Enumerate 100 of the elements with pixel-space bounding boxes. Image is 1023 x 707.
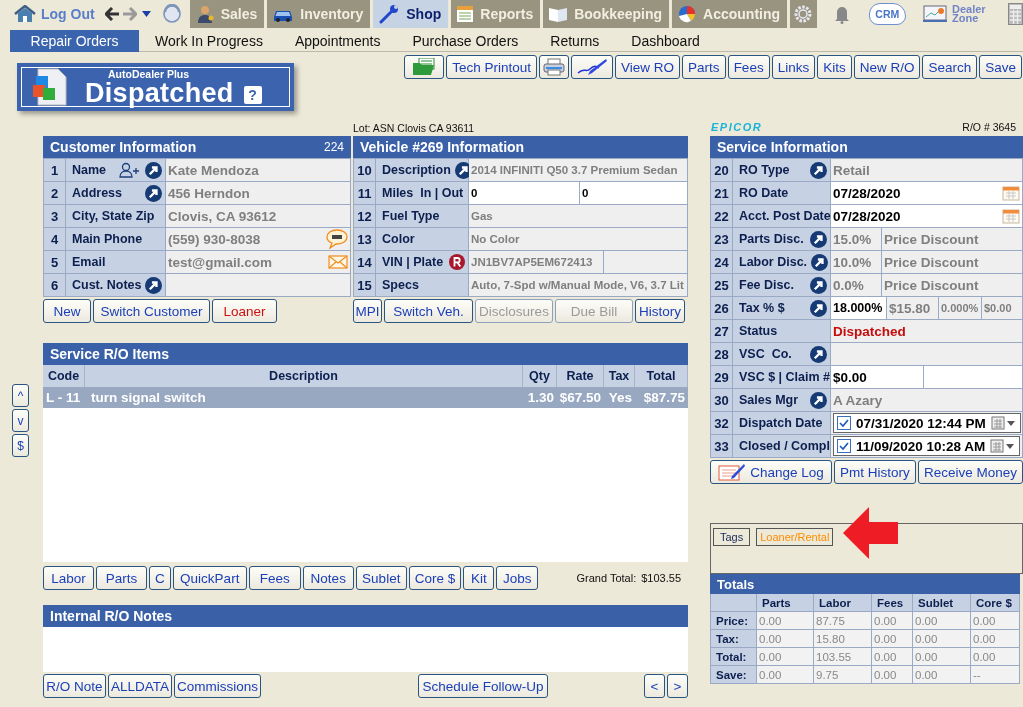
- caret-icon[interactable]: [141, 11, 151, 17]
- footer-button[interactable]: R/O Note: [43, 674, 106, 698]
- subnav-tab[interactable]: Appointments: [278, 30, 397, 52]
- field-label: Main Phone: [72, 232, 144, 246]
- pen-signing-icon: [576, 58, 609, 76]
- open-folder-button[interactable]: [404, 55, 445, 79]
- nav-tab[interactable]: Shop: [373, 0, 449, 28]
- field-label: Fuel Type: [382, 209, 441, 223]
- table-cell: 87.75: [814, 612, 872, 630]
- row-number: 20: [711, 159, 733, 181]
- action-button[interactable]: Receive Money: [917, 460, 1023, 484]
- action-button[interactable]: MPI: [353, 299, 382, 323]
- action-button[interactable]: Pmt History: [834, 460, 916, 484]
- subnav-tab[interactable]: Returns: [534, 30, 616, 52]
- action-button[interactable]: Switch Customer: [93, 299, 210, 323]
- registered-icon: [449, 254, 465, 270]
- checkbox[interactable]: [837, 439, 851, 453]
- toolbar-button[interactable]: View RO: [615, 55, 681, 79]
- calculator-icon[interactable]: [1008, 3, 1023, 25]
- table-cell: 0.00: [971, 648, 1020, 666]
- crm-button[interactable]: CRM: [868, 3, 906, 25]
- add-item-button[interactable]: Sublet: [355, 566, 407, 590]
- add-item-button[interactable]: Fees: [248, 566, 301, 590]
- toolbar-button[interactable]: Kits: [817, 55, 852, 79]
- table-cell: 0.00: [971, 630, 1020, 648]
- toolbar-button[interactable]: Search: [922, 55, 978, 79]
- add-person-icon[interactable]: [119, 162, 141, 178]
- datetime-value: 11/09/2020 10:28 AM: [856, 438, 986, 454]
- action-button[interactable]: Loaner: [212, 299, 277, 323]
- field-value: Retail: [831, 159, 1022, 181]
- footer-button[interactable]: ALLDATA: [108, 674, 172, 698]
- input-field[interactable]: 0: [580, 182, 687, 204]
- side-button[interactable]: ^: [12, 384, 29, 407]
- toolbar-button[interactable]: Tech Printout: [446, 55, 538, 79]
- print-button[interactable]: [539, 55, 570, 79]
- add-item-button[interactable]: Core $: [408, 566, 462, 590]
- subnav-tab[interactable]: Purchase Orders: [396, 30, 535, 52]
- subnav-tab[interactable]: Dashboard: [615, 30, 716, 52]
- back-arrow-icon[interactable]: [104, 7, 119, 21]
- toolbar-button[interactable]: Links: [771, 55, 816, 79]
- action-button[interactable]: History: [635, 299, 685, 323]
- calendar-dropdown-icon[interactable]: [990, 415, 1017, 431]
- field-label: Fee Disc.: [739, 278, 795, 292]
- add-item-button[interactable]: C: [149, 566, 171, 590]
- action-button[interactable]: New: [43, 299, 91, 323]
- signature-button[interactable]: [571, 55, 614, 79]
- action-button[interactable]: Switch Veh.: [384, 299, 473, 323]
- subnav-tab[interactable]: Work In Progress: [139, 30, 279, 52]
- add-item-button[interactable]: Kit: [463, 566, 495, 590]
- field-label: Labor Disc.: [739, 255, 808, 269]
- home-icon: [14, 5, 36, 23]
- toolbar-button[interactable]: Save: [979, 55, 1022, 79]
- table-cell: 0.00: [913, 612, 971, 630]
- input-field[interactable]: 07/28/2020: [831, 182, 1022, 204]
- add-item-button[interactable]: Parts: [96, 566, 147, 590]
- product-name: AutoDealer Plus: [108, 68, 190, 80]
- toolbar-button[interactable]: Parts: [682, 55, 726, 79]
- text-message-icon[interactable]: [326, 229, 348, 249]
- field-label: Cust. Notes: [72, 278, 142, 292]
- row-number: 23: [711, 228, 733, 250]
- row-number: 25: [711, 274, 733, 296]
- input-field[interactable]: 07/28/2020: [831, 205, 1022, 227]
- calendar-dropdown-icon[interactable]: [990, 438, 1017, 454]
- field-label: Dispatch Date: [739, 416, 824, 430]
- lot-location: Lot: ASN Clovis CA 93611: [353, 122, 475, 134]
- pager-button[interactable]: >: [667, 674, 688, 698]
- add-item-button[interactable]: Labor: [43, 566, 94, 590]
- schedule-follow-up-button[interactable]: Schedule Follow-Up: [418, 674, 548, 698]
- toolbar-button[interactable]: Fees: [727, 55, 770, 79]
- add-item-button[interactable]: Jobs: [496, 566, 539, 590]
- dashboard-screen-icon[interactable]: [923, 5, 947, 23]
- subnav-tab[interactable]: Repair Orders: [10, 30, 139, 52]
- table-cell: 0.00: [757, 648, 814, 666]
- status-title: Dispatched: [85, 77, 234, 109]
- pointer-arrow: [843, 507, 898, 559]
- field-value: Gas: [469, 205, 687, 227]
- field-label: Closed / Compl: [739, 439, 830, 453]
- table-cell-text: L - 11: [45, 389, 82, 407]
- checkbox[interactable]: [837, 416, 851, 430]
- add-item-button[interactable]: QuickPart: [172, 566, 247, 590]
- input-field[interactable]: 18.000%: [831, 297, 887, 319]
- field-value: 07/28/2020: [833, 185, 901, 201]
- pager-button[interactable]: <: [644, 674, 665, 698]
- change-log-button[interactable]: Change Log: [710, 460, 832, 484]
- input-field[interactable]: $0.00: [831, 366, 924, 388]
- side-button[interactable]: v: [12, 409, 29, 432]
- bell-icon[interactable]: [833, 4, 850, 24]
- field-label: RO Date: [739, 186, 790, 200]
- side-button[interactable]: $: [12, 434, 29, 457]
- add-item-button[interactable]: Notes: [302, 566, 354, 590]
- table-cell-text: Yes: [607, 389, 633, 407]
- datetime-field[interactable]: 07/31/2020 12:44 PM: [833, 413, 1021, 433]
- toolbar-button[interactable]: New R/O: [853, 55, 921, 79]
- footer-button[interactable]: Commissions: [174, 674, 261, 698]
- field-value: A Azary: [831, 389, 1022, 411]
- input-field[interactable]: [924, 366, 1022, 388]
- row-number: 2: [44, 182, 66, 204]
- input-field[interactable]: 0: [469, 182, 580, 204]
- datetime-field[interactable]: 11/09/2020 10:28 AM: [833, 436, 1021, 456]
- help-button[interactable]: ?: [243, 86, 262, 104]
